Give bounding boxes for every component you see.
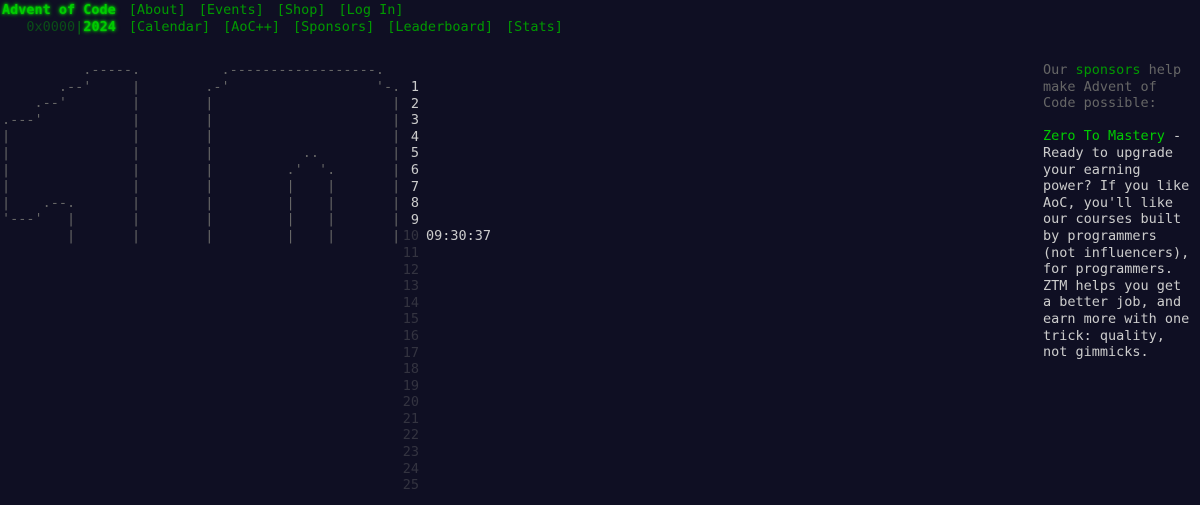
nav-events-link[interactable]: [Events]	[199, 2, 264, 18]
nav-stats-link[interactable]: [Stats]	[506, 19, 563, 35]
calendar-day-1[interactable]: 1	[397, 79, 491, 96]
day-number: 25	[402, 477, 419, 494]
day-number: 20	[402, 394, 419, 411]
calendar-day-16: 16	[397, 328, 491, 345]
site-header: Advent of Code [About] [Events] [Shop] [Log …	[2, 2, 563, 36]
nav-sponsors-link[interactable]: [Sponsors]	[293, 19, 374, 35]
day-number: 15	[402, 311, 419, 328]
day-number: 9	[410, 211, 419, 228]
day-number: 14	[402, 294, 419, 311]
calendar-day-10: 10 09:30:37	[397, 228, 491, 245]
calendar-day-5[interactable]: 5	[397, 145, 491, 162]
calendar-day-14: 14	[397, 295, 491, 312]
header-row-main: Advent of Code [About] [Events] [Shop] [Log …	[2, 2, 563, 19]
day-number: 13	[402, 278, 419, 295]
day-number: 7	[410, 178, 419, 195]
day-number: 5	[410, 145, 419, 162]
nav-aocplusplus-link[interactable]: [AoC++]	[223, 19, 280, 35]
calendar-day-21: 21	[397, 411, 491, 428]
calendar-day-list: 1 2 3 4 5 6 7 8 9 10 09:30:37 11 12 13 14 15 16 17 18 19 20 2…	[397, 79, 491, 494]
calendar-day-7[interactable]: 7	[397, 179, 491, 196]
nav-leaderboard-link[interactable]: [Leaderboard]	[387, 19, 493, 35]
calendar-day-19: 19	[397, 378, 491, 395]
year-label: 2024	[83, 19, 116, 35]
day-number: 1	[410, 79, 419, 95]
calendar-day-20: 20	[397, 394, 491, 411]
day-number: 24	[402, 460, 419, 477]
calendar-day-24: 24	[397, 461, 491, 478]
sponsor-description: Ready to upgrade your earning power? If …	[1043, 144, 1190, 361]
site-title-link[interactable]: Advent of Code	[2, 2, 116, 18]
calendar-day-9[interactable]: 9	[397, 212, 491, 229]
day-number: 23	[402, 444, 419, 461]
sponsor-name-link[interactable]: Zero To Mastery	[1043, 128, 1165, 144]
year-link[interactable]: 0x0000|2024	[2, 19, 116, 35]
sub-nav: [Calendar] [AoC++] [Sponsors] [Leaderboard]…	[116, 19, 563, 35]
day-number: 8	[410, 195, 419, 212]
sidebar-sponsors-link[interactable]: sponsors	[1076, 62, 1141, 78]
nav-shop-link[interactable]: [Shop]	[277, 2, 326, 18]
calendar-day-13: 13	[397, 278, 491, 295]
nav-calendar-link[interactable]: [Calendar]	[129, 19, 210, 35]
sponsor-entry: Zero To Mastery - Ready to upgrade your …	[1043, 128, 1190, 361]
sponsor-sidebar: Our sponsors help make Advent of Code po…	[1043, 62, 1193, 361]
sponsor-intro: Our sponsors help make Advent of Code po…	[1043, 62, 1182, 112]
calendar-day-18: 18	[397, 361, 491, 378]
calendar-day-17: 17	[397, 345, 491, 362]
day-number: 2	[410, 95, 419, 112]
nav-login-link[interactable]: [Log In]	[339, 2, 404, 18]
year-separator: |	[75, 19, 84, 35]
year-prefix: 0x0000	[26, 19, 76, 35]
calendar-day-8[interactable]: 8	[397, 195, 491, 212]
day-number: 3	[410, 112, 419, 129]
calendar-day-2[interactable]: 2	[397, 96, 491, 113]
day-number: 10	[402, 228, 419, 245]
calendar-day-23: 23	[397, 444, 491, 461]
nav-about-link[interactable]: [About]	[129, 2, 186, 18]
day-number: 4	[410, 128, 419, 145]
calendar-day-15: 15	[397, 311, 491, 328]
day-number: 19	[402, 377, 419, 394]
day-number: 12	[402, 261, 419, 278]
day-number: 18	[402, 361, 419, 378]
day-number: 22	[402, 427, 419, 444]
calendar-ascii-art: .-----. .------------------. .--' | .-' …	[2, 62, 401, 244]
day-number: 6	[410, 161, 419, 178]
header-row-sub: 0x0000|2024 [Calendar] [AoC++] [Sponsors] [L…	[2, 19, 563, 36]
calendar-day-12: 12	[397, 262, 491, 279]
day-number: 17	[402, 344, 419, 361]
day-number: 11	[402, 244, 419, 261]
calendar-day-6[interactable]: 6	[397, 162, 491, 179]
calendar-day-3[interactable]: 3	[397, 112, 491, 129]
day-number: 21	[402, 410, 419, 427]
day-number: 16	[402, 327, 419, 344]
unlock-countdown: 09:30:37	[426, 228, 492, 245]
calendar-day-25: 25	[397, 477, 491, 494]
main-nav: [About] [Events] [Shop] [Log In]	[116, 2, 404, 18]
calendar-day-11: 11	[397, 245, 491, 262]
calendar-day-22: 22	[397, 427, 491, 444]
calendar-day-4[interactable]: 4	[397, 129, 491, 146]
